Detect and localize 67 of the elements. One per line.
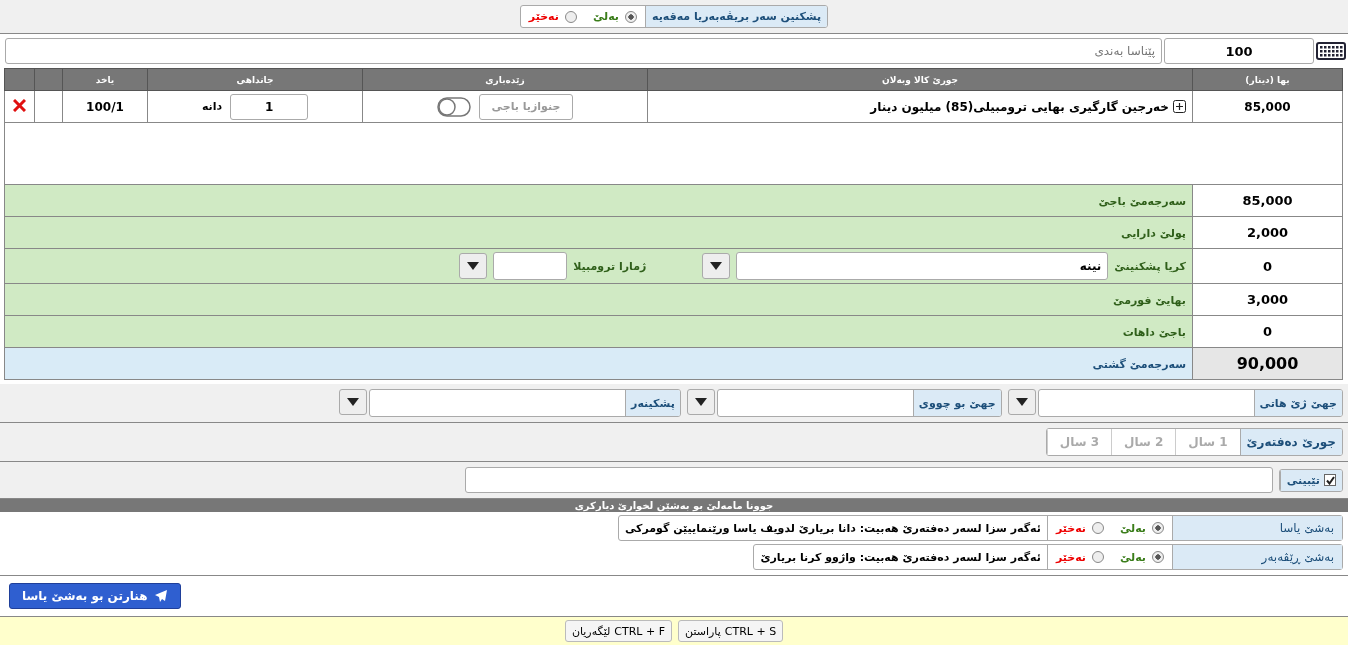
- paper-plane-icon: [153, 589, 168, 603]
- radio-label: بەلێ: [592, 10, 619, 23]
- dropdown-button[interactable]: [702, 253, 731, 279]
- radio-button[interactable]: [625, 10, 637, 23]
- dropdown-button[interactable]: [1007, 389, 1036, 415]
- section-header: جوونا مامەلێ بو بەشێن لخوارێ دیارکری: [0, 499, 1348, 512]
- note-field[interactable]: [464, 467, 1273, 493]
- summary-value: 0: [1261, 258, 1273, 274]
- quantity-field[interactable]: 1: [230, 93, 309, 120]
- location-dropdown[interactable]: جهێ ژێ هاتی: [1037, 389, 1343, 417]
- caret-icon: [1015, 398, 1028, 406]
- radio-button[interactable]: [1152, 522, 1164, 534]
- radio-button[interactable]: [1091, 551, 1104, 563]
- description-field[interactable]: پێناسا بەندی: [5, 38, 1162, 64]
- summary-value: 90,000: [1235, 354, 1300, 373]
- dropdown-button[interactable]: [686, 389, 715, 415]
- summary-value: 2,000: [1245, 225, 1290, 240]
- caret-icon: [347, 398, 360, 406]
- summary-label: سەرجەمێ باجێ: [1098, 194, 1186, 208]
- toggle-switch[interactable]: [436, 96, 471, 117]
- dropdown-button[interactable]: [339, 389, 368, 415]
- inspection-fee-dropdown[interactable]: نینە: [736, 252, 1109, 280]
- summary-label: پولێ دارایی: [1121, 226, 1186, 240]
- item-description: خەرجین گارگیری بهایی ترومبیلی(85) میلیون دینار: [870, 99, 1169, 114]
- routing-question: ئەگەر سزا لسەر دەفتەرێ هەبیت: دانا بریارێ لدویف یاسا ورێنماییێن گومرکی: [618, 516, 1048, 540]
- radio-label: بەلێ: [1119, 521, 1146, 535]
- summary-value: 0: [1261, 324, 1273, 339]
- expand-icon[interactable]: [1173, 100, 1186, 113]
- keyboard-icon[interactable]: [1316, 41, 1346, 61]
- radio-label: نەخێر: [528, 10, 559, 23]
- unit-label: دانە: [201, 100, 223, 113]
- summary-label: سەرجەمێ گشتی: [1092, 357, 1186, 371]
- caret-icon: [467, 262, 480, 270]
- department-label: بەشێ ڕێڤەبەر: [1172, 545, 1342, 569]
- department-label: بەشێ یاسا: [1172, 516, 1342, 540]
- summary-label: ژمارا ترومبیلا: [573, 259, 647, 273]
- location-dropdown[interactable]: جهێ بو چووی: [716, 389, 1002, 417]
- column-header: جورێ کالا وبەلان: [647, 68, 1193, 91]
- book-type-label: جورێ دەفتەرێ: [1239, 429, 1342, 455]
- column-header: جانداهی: [147, 68, 363, 91]
- column-header: یاخد: [62, 68, 148, 91]
- column-header: بها (دینار): [1192, 68, 1343, 91]
- caret-icon: [694, 398, 707, 406]
- summary-value: 3,000: [1245, 292, 1290, 307]
- summary-label: باجێ داهات: [1122, 325, 1186, 339]
- radio-label: نەخێر: [1055, 521, 1086, 535]
- radio-label: نەخێر: [1055, 550, 1086, 564]
- ratio-cell-text: 100/1: [85, 99, 125, 114]
- routing-question: ئەگەر سزا لسەر دەفتەرێ هەبیت: واژوو کرنا بریارێ: [754, 545, 1048, 569]
- price-cell-text: 85,000: [1243, 99, 1292, 114]
- radio-button[interactable]: [564, 10, 577, 23]
- column-header: زێدەباری: [362, 68, 648, 91]
- caret-icon: [710, 262, 723, 270]
- radio-button[interactable]: [1091, 522, 1104, 534]
- radio-label: بەلێ: [1119, 550, 1146, 564]
- dropdown-button[interactable]: [459, 253, 488, 279]
- note-checkbox[interactable]: [1324, 474, 1336, 486]
- code-field[interactable]: 100: [1164, 38, 1314, 64]
- inspection-label: پشکنین سەر بریڤەبەریا مەقەیە: [645, 6, 828, 27]
- location-dropdown[interactable]: پشکینەر: [369, 389, 681, 417]
- delete-icon[interactable]: [13, 98, 26, 112]
- radio-button[interactable]: [1152, 551, 1164, 563]
- summary-label: کریا پشکنینێ: [1114, 259, 1186, 273]
- note-label: تێبینی: [1286, 473, 1320, 487]
- summary-label: بهایێ فورمێ: [1113, 293, 1186, 307]
- summary-value: 85,000: [1241, 193, 1294, 208]
- send-button[interactable]: هنارتن بو بەشێ یاسا: [9, 583, 181, 609]
